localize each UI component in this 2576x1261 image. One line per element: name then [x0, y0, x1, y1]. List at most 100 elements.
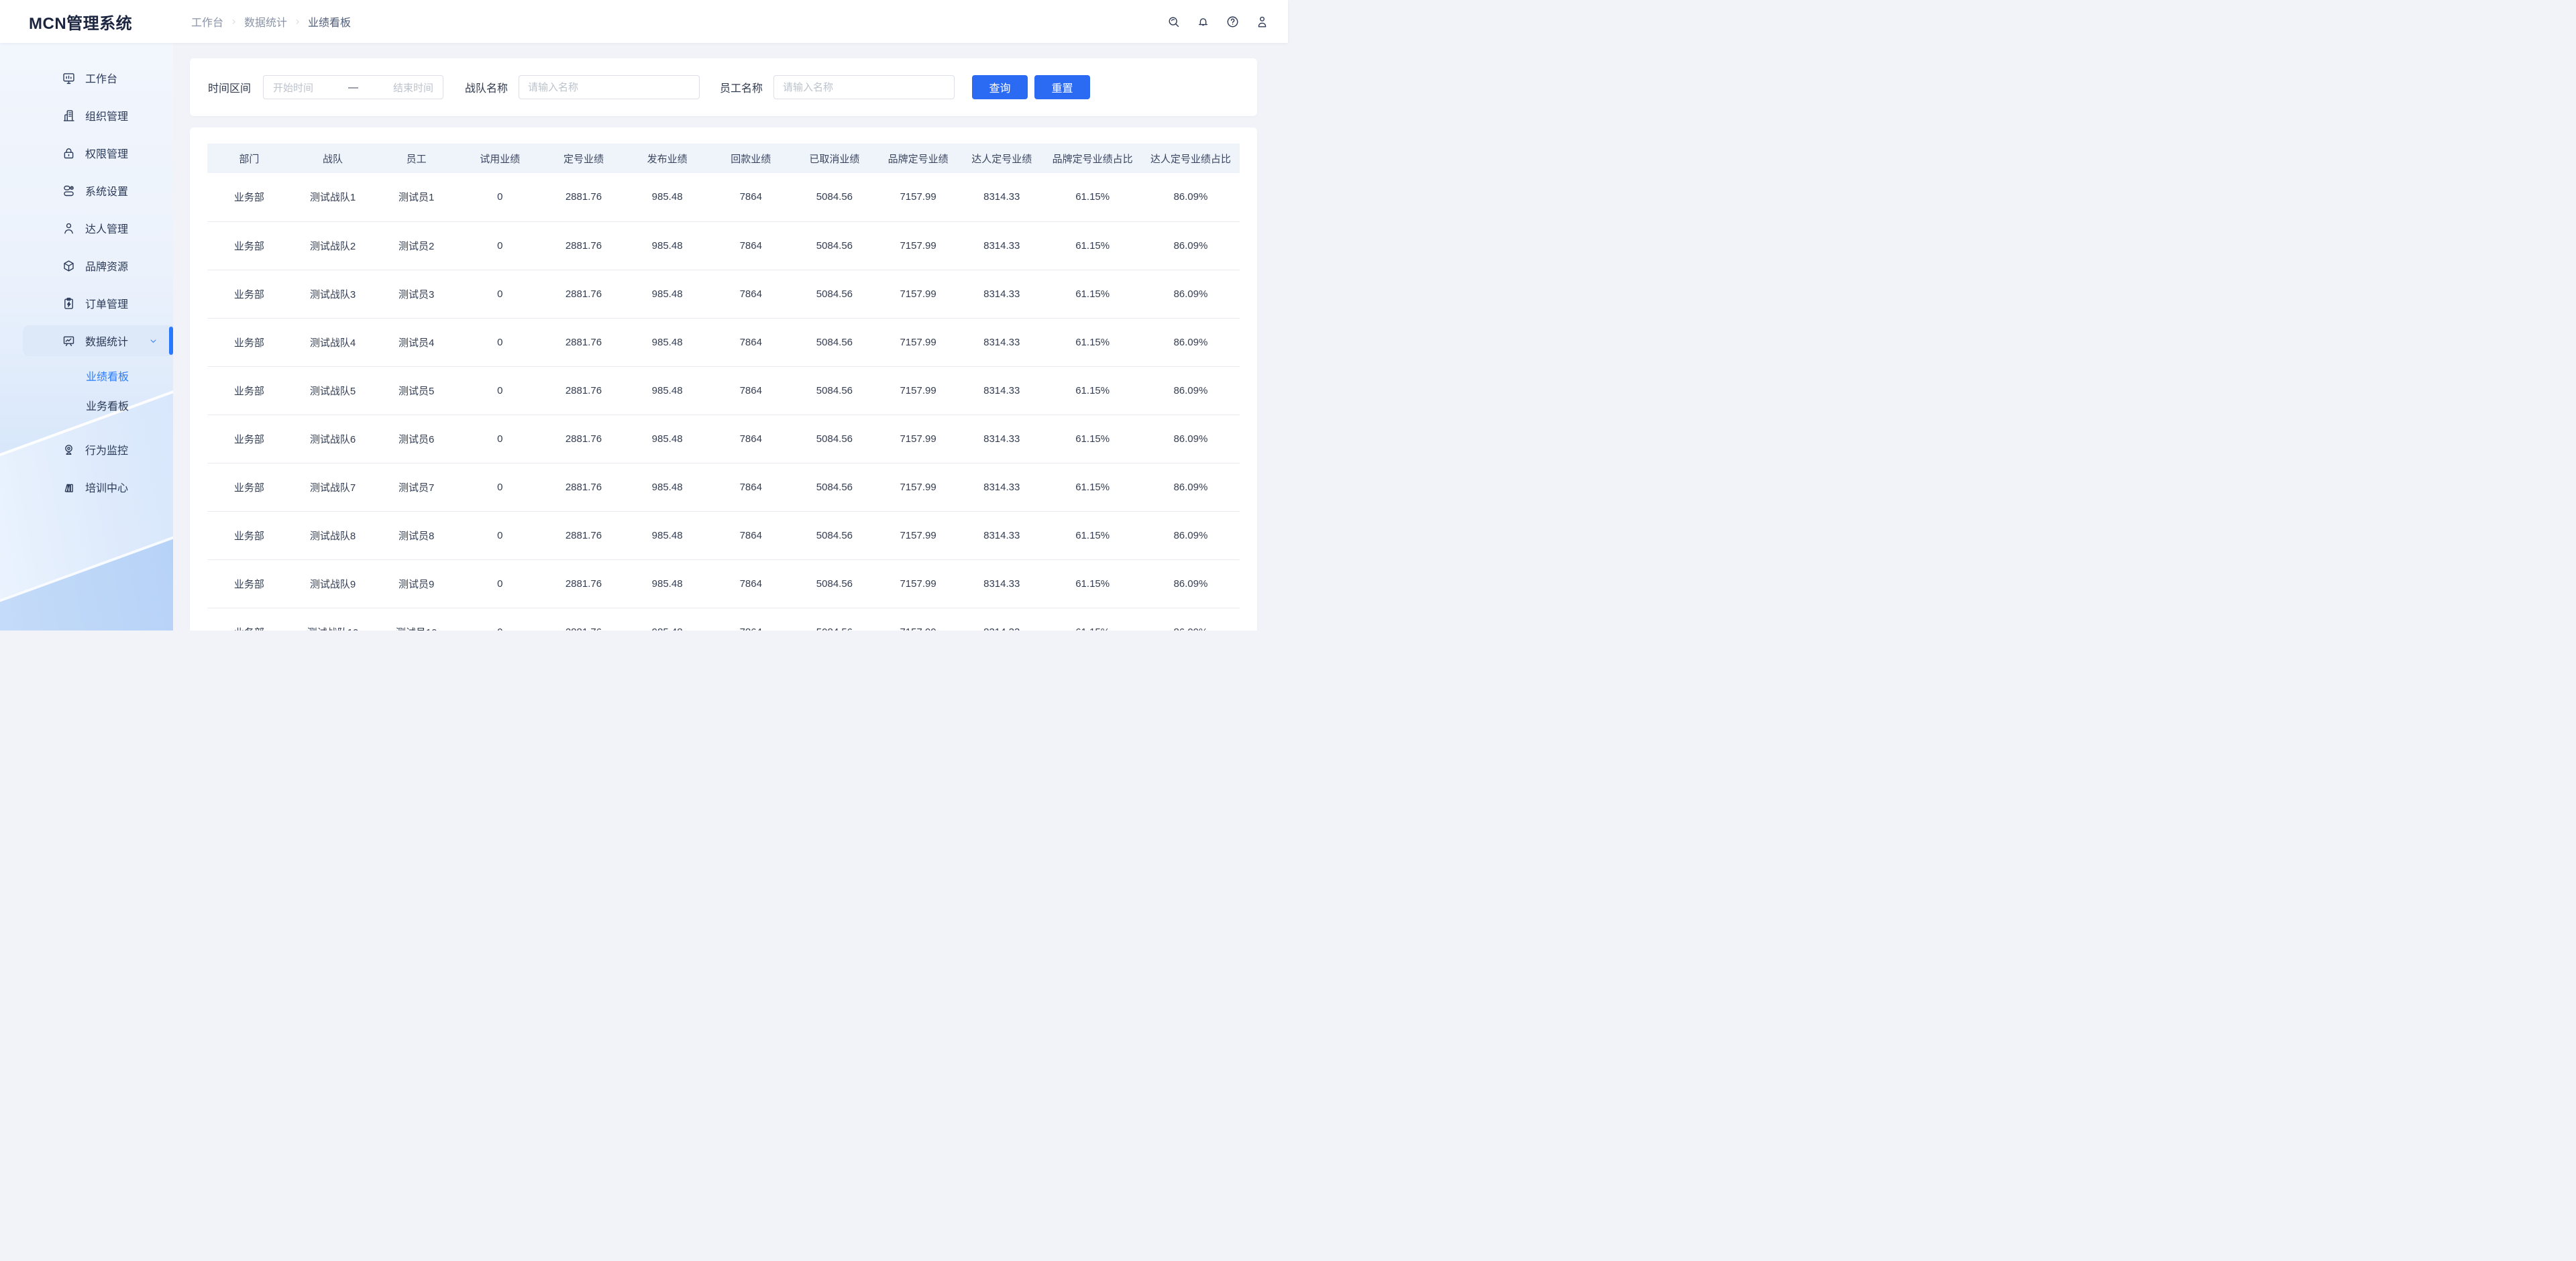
table-cell: 7157.99: [876, 173, 960, 221]
table-cell: 测试战队3: [291, 270, 375, 318]
sidebar-item-label: 达人管理: [85, 220, 128, 236]
table-cell: 测试战队2: [291, 221, 375, 270]
column-header: 发布业绩: [625, 144, 709, 173]
table-cell: 5084.56: [793, 608, 877, 630]
sidebar-item-brand-resources[interactable]: 品牌资源: [0, 247, 173, 284]
table-cell: 7157.99: [876, 463, 960, 511]
table-cell: 61.15%: [1044, 318, 1142, 366]
sidebar-item-talent[interactable]: 达人管理: [0, 209, 173, 247]
range-separator: —: [348, 82, 358, 93]
sidebar: 工作台组织管理权限管理系统设置达人管理品牌资源订单管理数据统计业绩看板业务看板行…: [0, 43, 173, 630]
table-cell: 985.48: [625, 173, 709, 221]
sidebar-item-permissions[interactable]: 权限管理: [0, 134, 173, 172]
table-cell: 7157.99: [876, 511, 960, 559]
help-icon[interactable]: [1224, 13, 1241, 30]
breadcrumb-item[interactable]: 工作台: [191, 13, 223, 30]
table-cell: 86.09%: [1142, 463, 1240, 511]
table-cell: 业务部: [207, 511, 291, 559]
sidebar-item-workbench[interactable]: 工作台: [0, 59, 173, 97]
table-cell: 7864: [709, 221, 793, 270]
table-row: 业务部测试战队9测试员902881.76985.4878645084.56715…: [207, 559, 1240, 608]
table-cell: 测试战队7: [291, 463, 375, 511]
column-header: 战队: [291, 144, 375, 173]
table-cell: 86.09%: [1142, 366, 1240, 415]
sidebar-item-system-settings[interactable]: 系统设置: [0, 172, 173, 209]
bell-icon[interactable]: [1194, 13, 1212, 30]
breadcrumb-item[interactable]: 业绩看板: [308, 13, 351, 30]
table-row: 业务部测试战队1测试员102881.76985.4878645084.56715…: [207, 173, 1240, 221]
package-icon: [62, 259, 76, 273]
table-cell: 61.15%: [1044, 463, 1142, 511]
sidebar-submenu: 业绩看板业务看板: [0, 360, 173, 420]
table-row: 业务部测试战队6测试员602881.76985.4878645084.56715…: [207, 415, 1240, 463]
start-date-placeholder: 开始时间: [273, 80, 313, 95]
employee-name-input[interactable]: [773, 75, 955, 99]
table-cell: 61.15%: [1044, 415, 1142, 463]
time-range-label: 时间区间: [208, 79, 251, 95]
sidebar-item-label: 系统设置: [85, 182, 128, 199]
table-row: 业务部测试战队10测试员1002881.76985.4878645084.567…: [207, 608, 1240, 630]
table-cell: 测试员5: [374, 366, 458, 415]
employee-name-label: 员工名称: [720, 79, 763, 95]
table-row: 业务部测试战队7测试员702881.76985.4878645084.56715…: [207, 463, 1240, 511]
sidebar-item-label: 培训中心: [85, 479, 128, 495]
team-name-label: 战队名称: [465, 79, 508, 95]
column-header: 达人定号业绩占比: [1142, 144, 1240, 173]
column-header: 已取消业绩: [793, 144, 877, 173]
table-cell: 8314.33: [960, 511, 1044, 559]
table-cell: 61.15%: [1044, 366, 1142, 415]
column-header: 试用业绩: [458, 144, 542, 173]
table-body: 业务部测试战队1测试员102881.76985.4878645084.56715…: [207, 173, 1240, 630]
table-cell: 7864: [709, 366, 793, 415]
table-cell: 测试战队4: [291, 318, 375, 366]
table-cell: 业务部: [207, 366, 291, 415]
table-cell: 业务部: [207, 415, 291, 463]
table-cell: 2881.76: [542, 221, 626, 270]
table-cell: 7864: [709, 415, 793, 463]
table-cell: 5084.56: [793, 415, 877, 463]
breadcrumb-item[interactable]: 数据统计: [244, 13, 287, 30]
table-cell: 测试员6: [374, 415, 458, 463]
table-cell: 5084.56: [793, 173, 877, 221]
table-cell: 0: [458, 608, 542, 630]
filter-bar: 时间区间 开始时间 — 结束时间 战队名称 员工名称 查询 重置: [190, 58, 1257, 116]
table-cell: 5084.56: [793, 221, 877, 270]
table-cell: 0: [458, 221, 542, 270]
table-cell: 测试战队9: [291, 559, 375, 608]
table-cell: 5084.56: [793, 511, 877, 559]
sidebar-item-label: 组织管理: [85, 107, 128, 123]
search-button[interactable]: 查询: [972, 75, 1028, 99]
column-header: 员工: [374, 144, 458, 173]
table-cell: 8314.33: [960, 415, 1044, 463]
team-name-input[interactable]: [519, 75, 700, 99]
sidebar-item-behavior-monitor[interactable]: 行为监控: [0, 431, 173, 468]
user-icon[interactable]: [1253, 13, 1271, 30]
sidebar-item-organization[interactable]: 组织管理: [0, 97, 173, 134]
table-cell: 61.15%: [1044, 221, 1142, 270]
table-row: 业务部测试战队2测试员202881.76985.4878645084.56715…: [207, 221, 1240, 270]
reset-button[interactable]: 重置: [1034, 75, 1090, 99]
table-cell: 61.15%: [1044, 559, 1142, 608]
table-cell: 985.48: [625, 318, 709, 366]
table-cell: 8314.33: [960, 318, 1044, 366]
table-cell: 测试战队8: [291, 511, 375, 559]
sidebar-item-orders[interactable]: 订单管理: [0, 284, 173, 322]
date-range-input[interactable]: 开始时间 — 结束时间: [263, 75, 443, 99]
table-cell: 0: [458, 511, 542, 559]
table-cell: 7157.99: [876, 608, 960, 630]
table-cell: 61.15%: [1044, 608, 1142, 630]
table-cell: 业务部: [207, 221, 291, 270]
sidebar-menu: 工作台组织管理权限管理系统设置达人管理品牌资源订单管理数据统计业绩看板业务看板行…: [0, 43, 173, 506]
chevron-right-icon: [294, 18, 301, 25]
table-cell: 0: [458, 366, 542, 415]
table-cell: 业务部: [207, 173, 291, 221]
lock-icon: [62, 146, 76, 160]
sidebar-item-training-center[interactable]: 培训中心: [0, 468, 173, 506]
table-cell: 8314.33: [960, 270, 1044, 318]
search-icon[interactable]: [1165, 13, 1182, 30]
sidebar-subitem-performance-board[interactable]: 业绩看板: [0, 361, 173, 390]
sidebar-item-data-statistics[interactable]: 数据统计: [0, 322, 173, 360]
table-cell: 86.09%: [1142, 318, 1240, 366]
performance-table: 部门战队员工试用业绩定号业绩发布业绩回款业绩已取消业绩品牌定号业绩达人定号业绩品…: [207, 144, 1240, 630]
sidebar-subitem-business-board[interactable]: 业务看板: [0, 390, 173, 420]
